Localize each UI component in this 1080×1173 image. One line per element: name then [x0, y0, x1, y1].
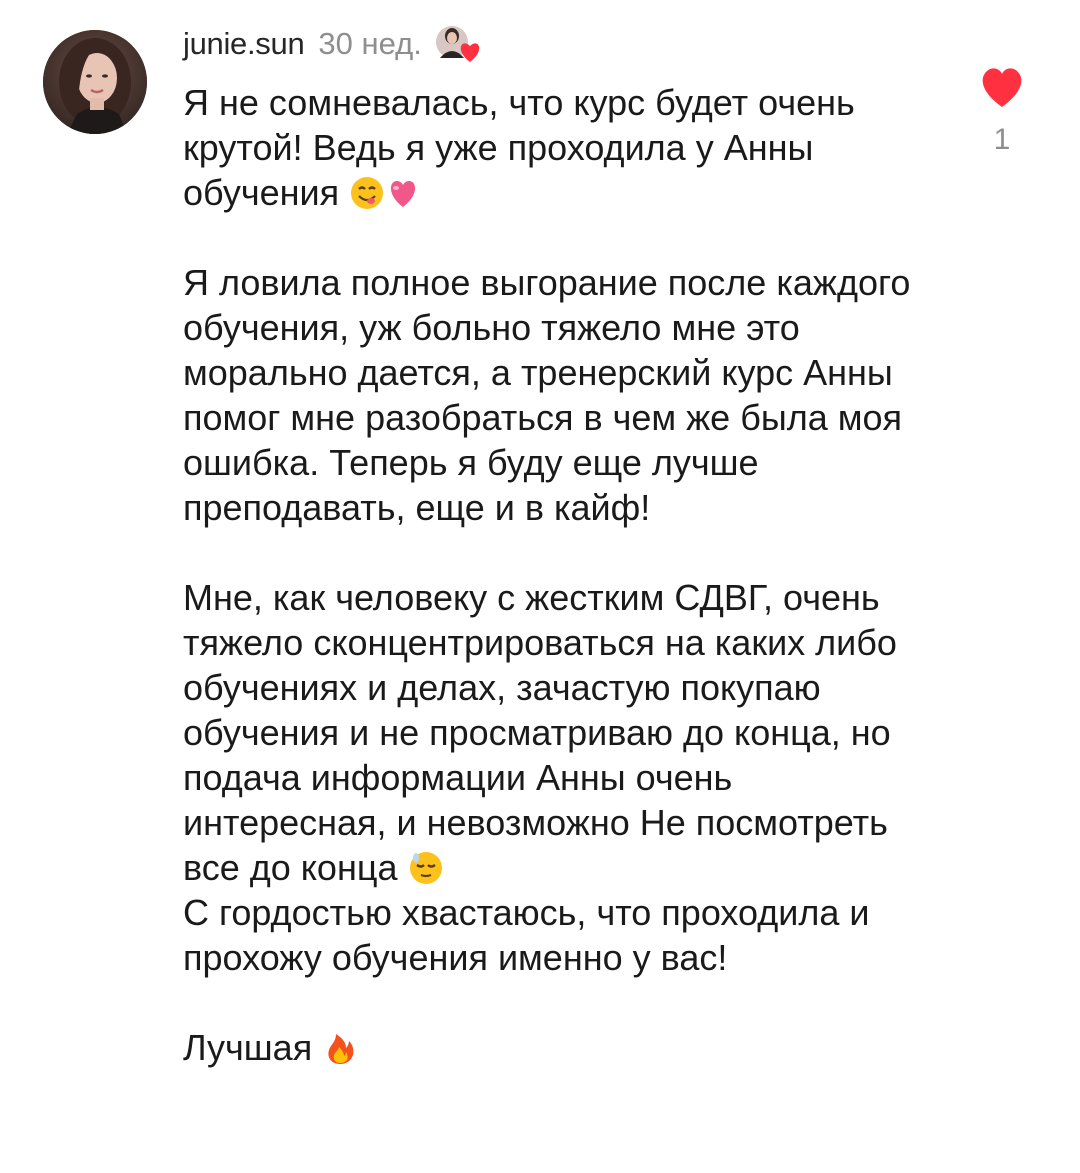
like-count[interactable]: 1: [970, 122, 1034, 158]
comment-body: Я не сомневалась, что курс будет очень к…: [183, 80, 943, 1070]
relieved-face-emoji: [408, 850, 444, 886]
comment-paragraph: Я не сомневалась, что курс будет очень к…: [183, 80, 943, 215]
comment-text-line: Я не сомневалась, что курс будет очень к…: [183, 82, 865, 213]
comment-header: junie.sun 30 нед.: [183, 22, 488, 66]
comment-paragraph: Лучшая: [183, 1025, 943, 1070]
author-liked-heart-icon: [432, 22, 488, 66]
comment-text-line: Лучшая: [183, 1027, 313, 1068]
comment-timestamp: 30 нед.: [318, 26, 422, 61]
comment-text-line: Мне, как человеку с жестким СДВГ, очень …: [183, 577, 907, 888]
comment-paragraph: Я ловила полное выгорание после каждого …: [183, 262, 921, 528]
pink-heart-emoji: [385, 175, 421, 211]
username-link[interactable]: junie.sun: [183, 26, 305, 62]
fire-emoji: [322, 1030, 358, 1066]
like-area: 1: [970, 64, 1034, 158]
avatar[interactable]: [43, 30, 147, 134]
heart-icon[interactable]: [977, 64, 1027, 110]
comment-paragraph: С гордостью хвастаюсь, что проходила и п…: [183, 892, 880, 978]
comment-paragraph: Мне, как человеку с жестким СДВГ, очень …: [183, 575, 943, 890]
savoring-face-emoji: [349, 175, 385, 211]
